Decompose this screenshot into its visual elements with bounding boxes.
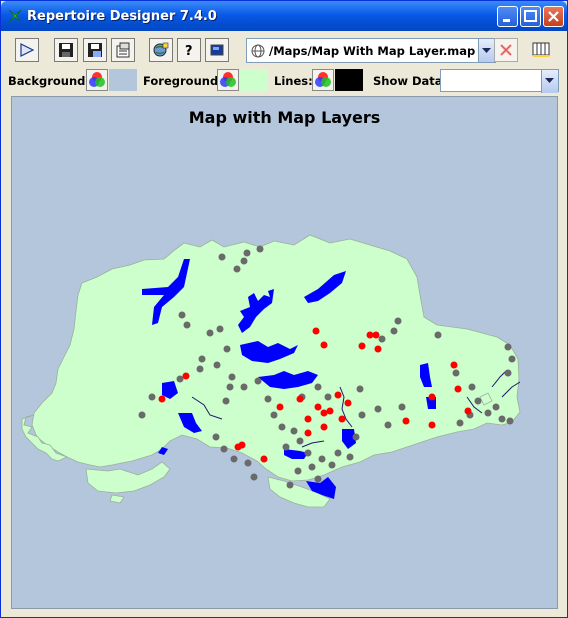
color-picker-icon [220,72,236,87]
properties-button[interactable] [111,38,135,62]
foreground-label: Foreground: [143,74,223,88]
land-south-island-2 [109,494,125,504]
app-window: Repertoire Designer 7.4.0 ? /Maps/Map Wi… [0,0,568,618]
run-button[interactable] [15,38,39,62]
foreground-color-button[interactable] [217,69,239,91]
save-button[interactable] [54,38,78,62]
globe-settings-icon [153,42,169,57]
globe-icon [251,44,265,58]
maximize-button[interactable] [520,6,541,27]
map-path-select[interactable]: /Maps/Map With Map Layer.map [246,38,496,63]
chevron-down-icon [482,48,491,53]
close-button[interactable] [543,6,564,27]
color-picker-icon [315,72,331,87]
map-canvas[interactable] [12,97,557,608]
svg-text:?: ? [185,44,193,58]
show-data-dropdown-button[interactable] [541,70,558,93]
delete-button[interactable] [494,38,518,62]
background-color-button[interactable] [86,69,108,91]
save-as-button[interactable] [83,38,107,62]
play-icon [20,43,35,57]
toolbar: ? /Maps/Map With Map Layer.map [6,34,562,67]
properties-icon [116,42,130,58]
foreground-color-swatch [240,69,268,91]
lines-label: Lines: [274,74,313,88]
title-bar: Repertoire Designer 7.4.0 [1,1,567,31]
save-icon [59,43,73,57]
help-button[interactable]: ? [177,38,201,62]
map-panel[interactable]: Map with Map Layers [11,96,558,609]
app-logo-icon [8,9,22,23]
delete-icon [500,44,512,56]
minimize-button[interactable] [497,6,518,27]
lines-color-button[interactable] [312,69,334,91]
lines-color-swatch [335,69,363,91]
color-picker-icon [89,72,105,87]
background-color-swatch [109,69,137,91]
minimize-icon [503,19,510,22]
globe-settings-button[interactable] [149,38,173,62]
save-as-icon [88,43,102,57]
columns-button[interactable] [529,38,553,62]
chevron-down-icon [545,78,554,83]
display-controls: Background: Foreground: Lines: Show Data… [6,67,562,95]
map-path-value: /Maps/Map With Map Layer.map [269,44,476,58]
preview-button[interactable] [205,38,229,62]
show-data-select[interactable] [440,69,559,93]
background-label: Background: [8,74,90,88]
maximize-icon [524,10,537,22]
show-data-label: Show Data: [373,74,448,88]
help-icon: ? [185,44,193,58]
columns-icon [532,42,550,57]
close-icon [548,11,559,22]
preview-icon [210,44,224,56]
window-title: Repertoire Designer 7.4.0 [27,9,217,24]
map-path-dropdown-button[interactable] [478,39,495,62]
